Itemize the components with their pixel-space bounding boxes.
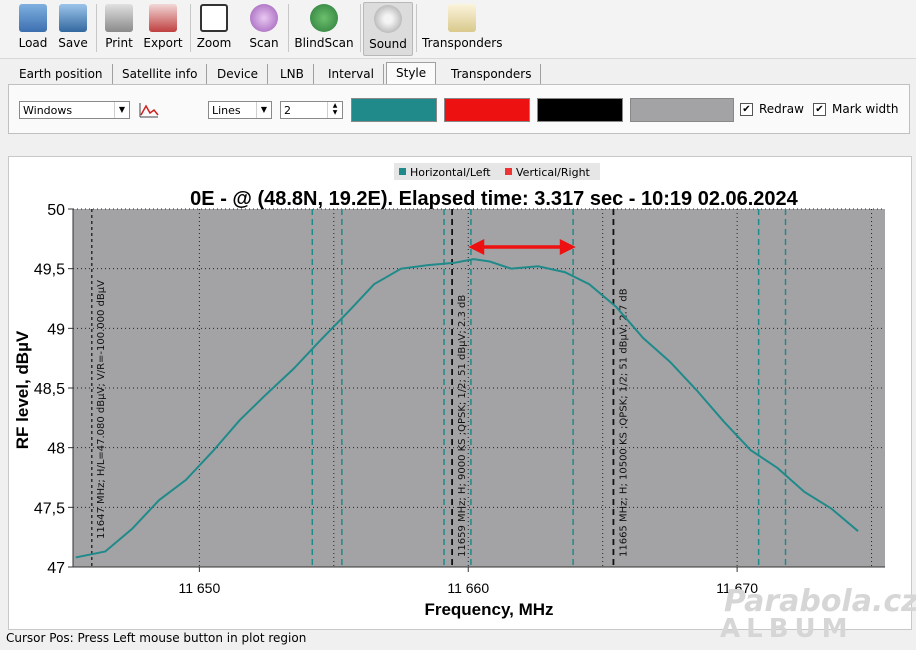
toolbar-separator	[360, 4, 361, 52]
watermark-album: ALBUM	[720, 614, 854, 644]
zoom-button[interactable]: Zoom	[196, 2, 232, 54]
style-panel: Windows ▼ Lines ▼ 2 ▲ ▼ ✔ Redraw ✔ Mark wid…	[8, 84, 910, 134]
scan-icon	[250, 4, 278, 32]
tab-lnb[interactable]: LNB	[271, 64, 314, 84]
blindscan-button[interactable]: BlindScan	[294, 2, 354, 54]
zoom-icon	[200, 4, 228, 32]
blindscan-label: BlindScan	[294, 36, 354, 50]
load-label: Load	[18, 36, 48, 50]
zoom-label: Zoom	[196, 36, 232, 50]
transponders-button[interactable]: Transponders	[422, 2, 502, 54]
toolbar: Load Save Print Export Zoom Scan BlindSc…	[0, 0, 916, 59]
tab-device[interactable]: Device	[208, 64, 269, 84]
transponders-label: Transponders	[422, 36, 503, 50]
y-tick-label: 47,5	[34, 500, 65, 517]
line-type-select[interactable]: Lines ▼	[208, 101, 272, 119]
tab-style[interactable]: Style	[386, 62, 437, 85]
legend-label-horizontal: Horizontal/Left	[410, 166, 491, 179]
scan-label: Scan	[249, 36, 279, 50]
theme-select[interactable]: Windows ▼	[19, 101, 130, 119]
speaker-icon	[374, 5, 402, 33]
legend-swatch-horizontal	[399, 168, 406, 175]
x-axis-label: Frequency, MHz	[424, 600, 553, 619]
tab-satellite-info[interactable]: Satellite info	[113, 64, 208, 84]
export-label: Export	[143, 36, 183, 50]
vertical-color-swatch[interactable]	[444, 98, 530, 122]
line-type-value: Lines	[212, 104, 241, 117]
folder-icon	[19, 4, 47, 32]
toolbar-separator	[96, 4, 97, 52]
print-label: Print	[105, 36, 133, 50]
scan-button[interactable]: Scan	[246, 2, 282, 54]
tab-interval[interactable]: Interval	[319, 64, 384, 84]
chevron-down-icon: ▼	[114, 102, 129, 118]
y-tick-label: 48,5	[34, 381, 65, 398]
toolbar-separator	[190, 4, 191, 52]
sound-button[interactable]: Sound	[363, 2, 413, 56]
mark-width-checkbox[interactable]: ✔ Mark width	[813, 102, 898, 116]
load-button[interactable]: Load	[16, 2, 50, 54]
checkmark-icon[interactable]: ✔	[740, 103, 753, 116]
toolbar-separator	[416, 4, 417, 52]
theme-select-value: Windows	[23, 104, 73, 117]
chevron-down-icon: ▼	[256, 102, 271, 118]
plot-color-swatch[interactable]	[630, 98, 734, 122]
cursor-mark-label: 11647 MHz; H/L=47.080 dBµV; V/R=-100.000…	[96, 280, 107, 539]
x-tick-label: 11 660	[447, 580, 489, 596]
y-tick-label: 49,5	[34, 262, 65, 279]
redraw-checkbox[interactable]: ✔ Redraw	[740, 102, 804, 116]
notepad-icon	[448, 4, 476, 32]
spin-arrows-icon[interactable]: ▲ ▼	[327, 102, 342, 118]
redraw-label: Redraw	[759, 102, 804, 116]
status-bar: Cursor Pos: Press Left mouse button in p…	[6, 631, 307, 645]
sound-label: Sound	[369, 37, 407, 51]
horizontal-color-swatch[interactable]	[351, 98, 437, 122]
y-tick-label: 49	[47, 321, 65, 338]
carrier-mark-label: 11665 MHz; H; 10500 KS ;QPSK; 1/2; 51 dB…	[618, 288, 629, 557]
chart-title: 0E - @ (48.8N, 19.2E). Elapsed time: 3.3…	[190, 188, 799, 210]
tab-transponders[interactable]: Transponders	[442, 64, 542, 84]
mark-width-label: Mark width	[832, 102, 899, 116]
y-tick-label: 48	[47, 441, 65, 458]
tab-bar: Earth position Satellite info Device LNB…	[0, 62, 916, 85]
floppy-icon	[59, 4, 87, 32]
chart-style-icon[interactable]	[138, 101, 160, 119]
tab-earth-position[interactable]: Earth position	[10, 64, 113, 84]
line-width-value: 2	[284, 104, 291, 117]
legend-swatch-vertical	[505, 168, 512, 175]
printer-icon	[105, 4, 133, 32]
export-button[interactable]: Export	[142, 2, 184, 54]
export-icon	[149, 4, 177, 32]
legend-label-vertical: Vertical/Right	[516, 166, 591, 179]
y-tick-label: 50	[47, 202, 65, 219]
toolbar-separator	[288, 4, 289, 52]
background-color-swatch[interactable]	[537, 98, 623, 122]
chart-area: 11659 MHz; H; 9000 KS ;QPSK; 1/2; 51 dBµ…	[8, 156, 912, 630]
save-label: Save	[58, 36, 88, 50]
x-tick-label: 11 650	[178, 580, 220, 596]
line-width-stepper[interactable]: 2 ▲ ▼	[280, 101, 343, 119]
chart-svg[interactable]: 11659 MHz; H; 9000 KS ;QPSK; 1/2; 51 dBµ…	[9, 157, 911, 629]
plot-background	[73, 209, 885, 567]
print-button[interactable]: Print	[102, 2, 136, 54]
y-tick-label: 47	[47, 560, 65, 577]
save-button[interactable]: Save	[56, 2, 90, 54]
checkmark-icon[interactable]: ✔	[813, 103, 826, 116]
carrier-mark-label: 11659 MHz; H; 9000 KS ;QPSK; 1/2; 51 dBµ…	[457, 295, 468, 557]
blindscan-icon	[310, 4, 338, 32]
y-axis-label: RF level, dBµV	[13, 330, 32, 449]
